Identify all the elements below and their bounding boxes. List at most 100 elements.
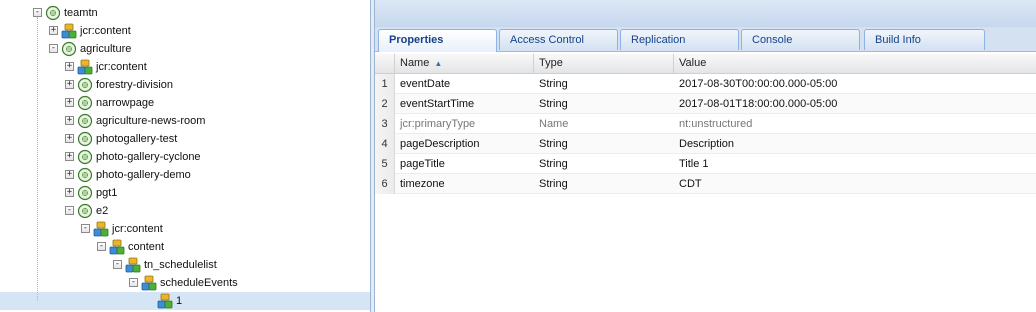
property-row[interactable]: 1 eventDate String 2017-08-30T00:00:00.000-… — [375, 74, 1036, 94]
tree-node[interactable]: 1 — [0, 292, 370, 310]
collapse-toggle-icon[interactable]: - — [33, 8, 42, 17]
row-number: 6 — [375, 174, 395, 194]
tree-node[interactable]: - jcr:content — [0, 220, 370, 238]
property-value[interactable]: Description — [674, 134, 1036, 154]
tree-node-label: jcr:content — [112, 223, 163, 235]
collapse-toggle-icon[interactable]: - — [49, 44, 58, 53]
tree-node-label: agriculture-news-room — [96, 115, 206, 127]
tree-node[interactable]: + photo-gallery-cyclone — [0, 148, 370, 166]
tree-node[interactable]: - scheduleEvents — [0, 274, 370, 292]
tree-node[interactable]: + jcr:content — [0, 22, 370, 40]
node-icon — [93, 221, 109, 237]
tree-node[interactable]: - teamtn — [0, 4, 370, 22]
tree-node[interactable]: - tn_schedulelist — [0, 256, 370, 274]
tree-node-label: pgt1 — [96, 187, 118, 199]
collapse-toggle-icon[interactable]: - — [113, 260, 122, 269]
repository-tree[interactable]: - teamtn + jcr:content - agriculture + jcr:cont… — [0, 0, 370, 312]
row-number: 1 — [375, 74, 395, 94]
property-name[interactable]: pageTitle — [395, 154, 534, 174]
tree-node[interactable]: + photo-gallery-demo — [0, 166, 370, 184]
property-name[interactable]: eventDate — [395, 74, 534, 94]
tree-node[interactable]: - e2 — [0, 202, 370, 220]
page-icon — [77, 185, 93, 201]
tree-node-label: jcr:content — [96, 61, 147, 73]
expand-toggle-icon[interactable]: + — [65, 80, 74, 89]
property-row[interactable]: 2 eventStartTime String 2017-08-01T18:00:00… — [375, 94, 1036, 114]
column-header-name[interactable]: Name ▲ — [395, 54, 534, 73]
properties-grid: Name ▲ Type Value 1 eventDate String 2017-0… — [375, 52, 1036, 312]
tree-node-label: tn_schedulelist — [144, 259, 217, 271]
row-number-header — [375, 54, 395, 73]
page-icon — [45, 5, 61, 21]
expand-toggle-icon[interactable]: + — [65, 98, 74, 107]
tree-node-label: jcr:content — [80, 25, 131, 37]
property-type[interactable]: String — [534, 134, 674, 154]
property-value[interactable]: CDT — [674, 174, 1036, 194]
tab-replication[interactable]: Replication — [620, 29, 739, 50]
page-icon — [61, 41, 77, 57]
column-header-type[interactable]: Type — [534, 54, 674, 73]
tab-access-control[interactable]: Access Control — [499, 29, 618, 50]
tab-build-info[interactable]: Build Info — [864, 29, 985, 50]
sort-ascending-icon: ▲ — [434, 59, 443, 68]
column-header-value[interactable]: Value — [674, 54, 1036, 73]
tree-node-label: content — [128, 241, 165, 253]
row-number: 3 — [375, 114, 395, 134]
property-row[interactable]: 5 pageTitle String Title 1 — [375, 154, 1036, 174]
node-icon — [109, 239, 125, 255]
property-type[interactable]: String — [534, 154, 674, 174]
collapse-toggle-icon[interactable]: - — [65, 206, 74, 215]
expand-toggle-icon[interactable]: + — [49, 26, 58, 35]
property-name[interactable]: eventStartTime — [395, 94, 534, 114]
tree-node[interactable]: + pgt1 — [0, 184, 370, 202]
tree-node[interactable]: - content — [0, 238, 370, 256]
property-name[interactable]: jcr:primaryType — [395, 114, 534, 134]
property-name[interactable]: pageDescription — [395, 134, 534, 154]
node-icon — [157, 293, 173, 309]
tree-node[interactable]: + photogallery-test — [0, 130, 370, 148]
page-icon — [77, 77, 93, 93]
tree-node-label: photo-gallery-demo — [96, 169, 191, 181]
expand-toggle-icon[interactable]: + — [65, 134, 74, 143]
tab-strip: Properties Access Control Replication Co… — [375, 27, 1036, 52]
grid-header: Name ▲ Type Value — [375, 54, 1036, 74]
node-icon — [141, 275, 157, 291]
property-value[interactable]: 2017-08-30T00:00:00.000-05:00 — [674, 74, 1036, 94]
property-type[interactable]: String — [534, 174, 674, 194]
expand-toggle-icon[interactable]: + — [65, 62, 74, 71]
expand-toggle-icon[interactable]: + — [65, 188, 74, 197]
property-value[interactable]: nt:unstructured — [674, 114, 1036, 134]
page-icon — [77, 203, 93, 219]
property-value[interactable]: Title 1 — [674, 154, 1036, 174]
property-value[interactable]: 2017-08-01T18:00:00.000-05:00 — [674, 94, 1036, 114]
tab-console[interactable]: Console — [741, 29, 860, 50]
tree-node[interactable]: - agriculture — [0, 40, 370, 58]
tree-node[interactable]: + jcr:content — [0, 58, 370, 76]
tab-properties[interactable]: Properties — [378, 29, 497, 52]
collapse-toggle-icon[interactable]: - — [97, 242, 106, 251]
node-icon — [125, 257, 141, 273]
row-number: 2 — [375, 94, 395, 114]
tree-node-label: 1 — [176, 295, 183, 307]
tree-node-label: agriculture — [80, 43, 132, 55]
property-type[interactable]: Name — [534, 114, 674, 134]
expand-toggle-icon[interactable]: + — [65, 170, 74, 179]
tree-node[interactable]: + agriculture-news-room — [0, 112, 370, 130]
expand-toggle-icon[interactable]: + — [65, 152, 74, 161]
node-icon — [61, 23, 77, 39]
property-type[interactable]: String — [534, 74, 674, 94]
page-icon — [77, 95, 93, 111]
expand-toggle-icon[interactable]: + — [65, 116, 74, 125]
property-row[interactable]: 6 timezone String CDT — [375, 174, 1036, 194]
collapse-toggle-icon[interactable]: - — [81, 224, 90, 233]
property-row[interactable]: 3 jcr:primaryType Name nt:unstructured — [375, 114, 1036, 134]
property-row[interactable]: 4 pageDescription String Description — [375, 134, 1036, 154]
property-name[interactable]: timezone — [395, 174, 534, 194]
tree-node[interactable]: + narrowpage — [0, 94, 370, 112]
page-icon — [77, 131, 93, 147]
tree-node[interactable]: + forestry-division — [0, 76, 370, 94]
property-type[interactable]: String — [534, 94, 674, 114]
properties-panel: Properties Access Control Replication Co… — [375, 0, 1036, 312]
collapse-toggle-icon[interactable]: - — [129, 278, 138, 287]
tree-node-label: scheduleEvents — [160, 277, 238, 289]
